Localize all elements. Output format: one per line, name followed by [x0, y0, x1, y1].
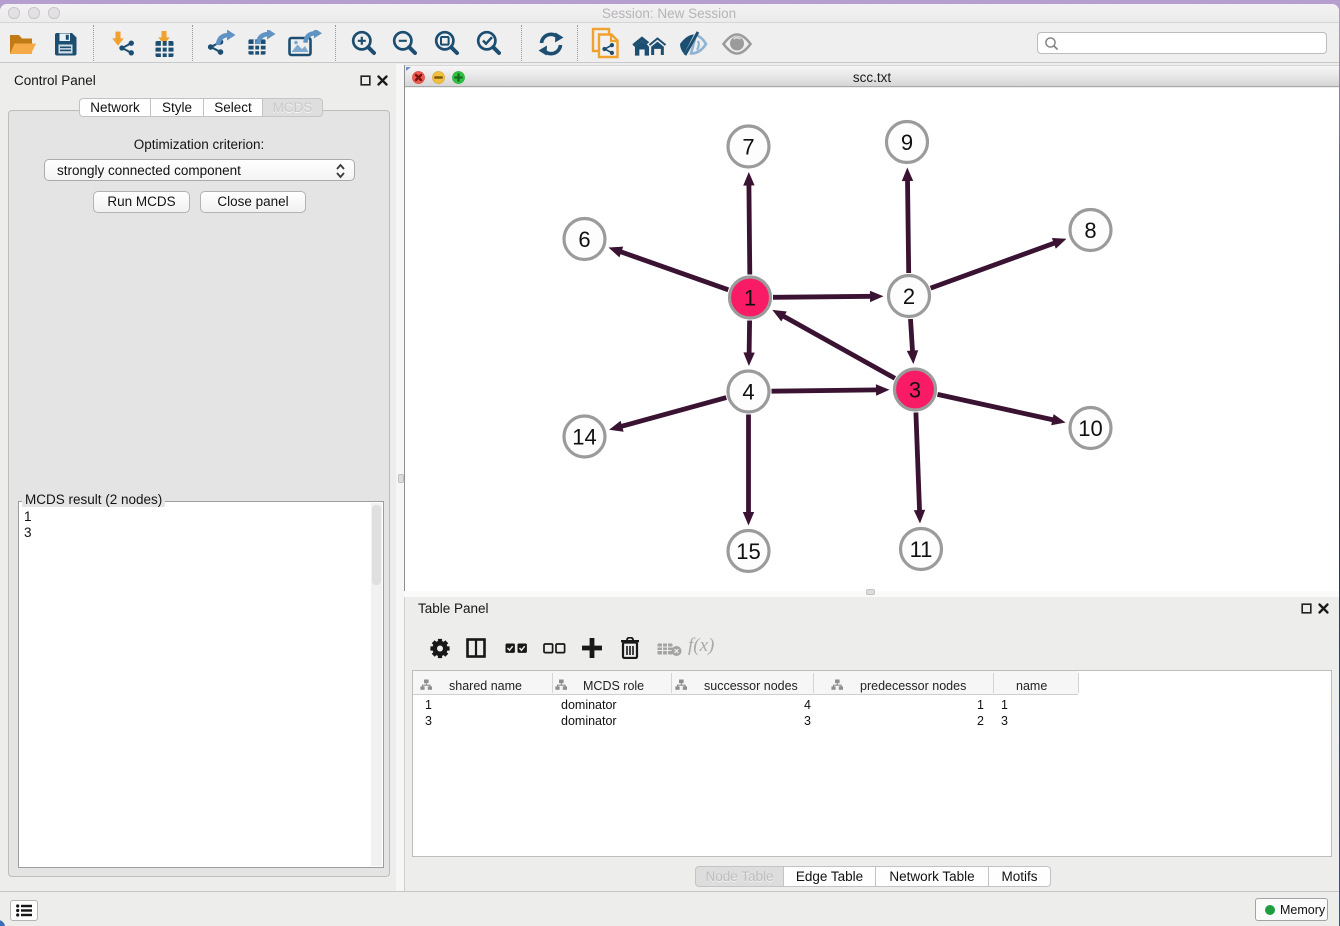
svg-text:7: 7 — [742, 134, 754, 159]
svg-text:2: 2 — [903, 284, 915, 309]
svg-text:1: 1 — [744, 285, 756, 310]
svg-text:6: 6 — [578, 227, 590, 252]
svg-text:11: 11 — [910, 537, 933, 562]
svg-text:8: 8 — [1084, 218, 1096, 243]
svg-text:14: 14 — [572, 424, 596, 449]
svg-text:10: 10 — [1078, 416, 1102, 441]
svg-text:15: 15 — [736, 539, 760, 564]
svg-text:3: 3 — [909, 377, 921, 402]
svg-text:9: 9 — [901, 130, 913, 155]
svg-text:4: 4 — [742, 379, 754, 404]
